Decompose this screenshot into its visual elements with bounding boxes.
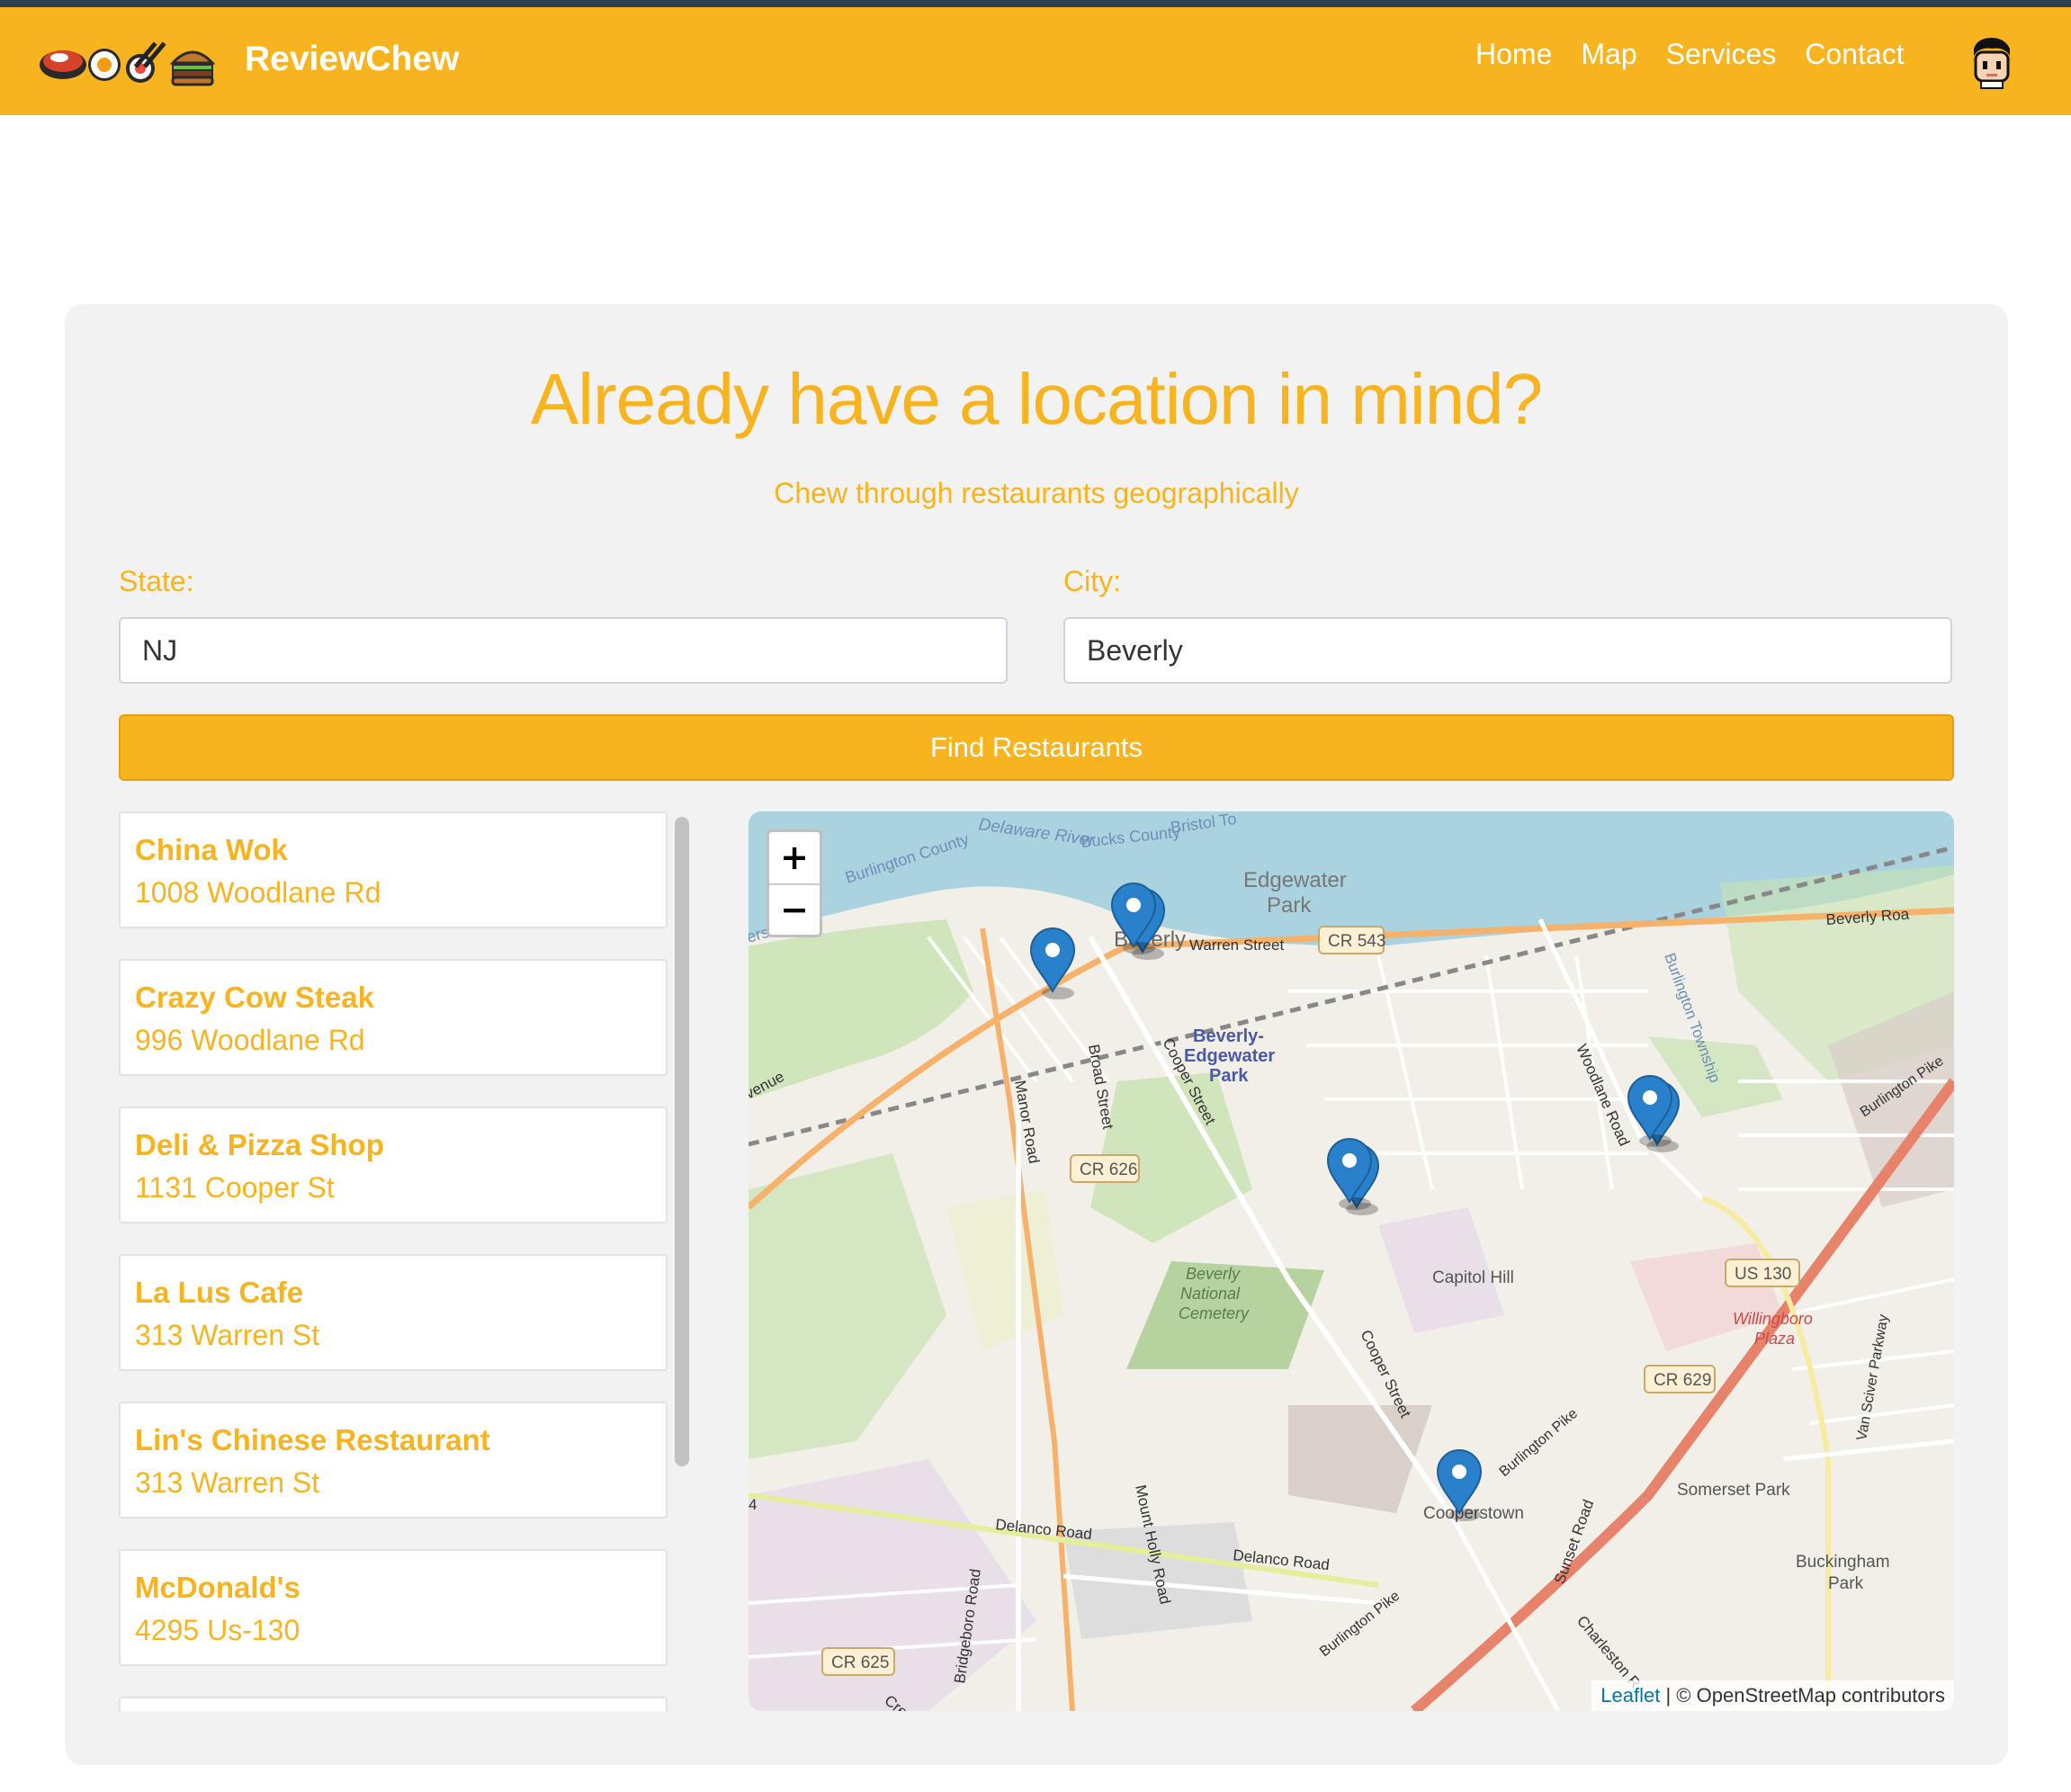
map-label: Edgewater	[1184, 1046, 1275, 1066]
nav-home[interactable]: Home	[1475, 38, 1552, 71]
city-input[interactable]	[1063, 617, 1952, 684]
restaurant-name[interactable]: Crazy Cow Steak	[135, 981, 374, 1015]
map-label: Park	[1828, 1574, 1864, 1593]
restaurant-name[interactable]: Deli & Pizza Shop	[135, 1128, 384, 1162]
map-label: CR 629	[1654, 1371, 1711, 1390]
map-label: Beverly-	[1193, 1026, 1264, 1046]
nav-links: Home Map Services Contact	[1475, 38, 1933, 71]
restaurant-card-partial[interactable]	[119, 1697, 668, 1711]
map-label: Willingboro	[1733, 1310, 1813, 1328]
restaurant-address: 313 Warren St	[135, 1319, 320, 1351]
restaurant-card[interactable]: Crazy Cow Steak 996 Woodlane Rd	[119, 959, 668, 1076]
location-search-panel: Already have a location in mind? Chew th…	[65, 304, 2008, 1765]
restaurant-address: 313 Warren St	[135, 1466, 320, 1499]
map-label: Buckingham	[1796, 1553, 1890, 1572]
map-label: Capitol Hill	[1432, 1268, 1514, 1287]
restaurant-address: 1008 Woodlane Rd	[135, 876, 381, 909]
map-label: Plaza	[1754, 1330, 1795, 1348]
restaurant-name[interactable]: McDonald's	[135, 1571, 300, 1605]
restaurant-name[interactable]: Lin's Chinese Restaurant	[135, 1423, 490, 1457]
brand-name[interactable]: ReviewChew	[245, 40, 459, 79]
map-label: Park	[1209, 1066, 1249, 1086]
restaurant-name[interactable]: La Lus Cafe	[135, 1276, 303, 1310]
map-label: US 130	[1735, 1265, 1791, 1284]
leaflet-link[interactable]: Leaflet	[1600, 1684, 1660, 1707]
map-label: Beverly	[1186, 1265, 1241, 1283]
map-attribution: Leaflet | © OpenStreetMap contributors	[1591, 1680, 1954, 1711]
restaurant-map[interactable]: Delaware River Bucks County Bristol To B…	[749, 811, 1954, 1711]
food-logo-icon[interactable]	[38, 36, 218, 90]
egg-icon	[88, 49, 121, 81]
top-strip	[0, 0, 2071, 7]
sushi-icon	[40, 50, 86, 79]
list-scrollbar-thumb[interactable]	[675, 817, 689, 1466]
hero-subtitle: Chew through restaurants geographically	[774, 477, 1299, 509]
hero-title: Already have a location in mind?	[530, 359, 1543, 439]
map-label: Cemetery	[1179, 1304, 1250, 1322]
restaurant-card[interactable]: Deli & Pizza Shop 1131 Cooper St	[119, 1107, 668, 1223]
zoom-control: + −	[767, 829, 822, 937]
maki-chopsticks-icon	[126, 41, 166, 83]
map-label: Warren Street	[1189, 936, 1284, 954]
map-label: 4	[749, 1496, 757, 1513]
restaurant-card[interactable]: McDonald's 4295 Us-130	[119, 1549, 668, 1666]
restaurant-address: 4295 Us-130	[135, 1614, 300, 1646]
restaurant-card[interactable]: La Lus Cafe 313 Warren St	[119, 1254, 668, 1371]
find-restaurants-button[interactable]: Find Restaurants	[119, 714, 1954, 781]
restaurant-name[interactable]: China Wok	[135, 833, 288, 867]
restaurant-address: 996 Woodlane Rd	[135, 1024, 365, 1056]
zoom-in-button[interactable]: +	[769, 832, 820, 883]
avatar[interactable]	[1968, 36, 2015, 90]
restaurant-card[interactable]: Lin's Chinese Restaurant 313 Warren St	[119, 1402, 668, 1519]
state-label: State:	[119, 565, 194, 597]
attribution-text: | © OpenStreetMap contributors	[1660, 1684, 1945, 1707]
map-label: National	[1180, 1285, 1241, 1303]
nav-map[interactable]: Map	[1581, 38, 1636, 71]
state-input[interactable]	[119, 617, 1008, 684]
burger-icon	[169, 50, 216, 86]
nav-services[interactable]: Services	[1666, 38, 1777, 71]
nav-contact[interactable]: Contact	[1805, 38, 1904, 71]
zoom-out-button[interactable]: −	[769, 884, 820, 936]
map-label: Edgewater	[1243, 868, 1347, 892]
map-tiles[interactable]: Delaware River Bucks County Bristol To B…	[749, 811, 1954, 1711]
map-label: CR 543	[1328, 932, 1385, 951]
restaurant-list[interactable]: China Wok 1008 Woodlane Rd Crazy Cow Ste…	[119, 811, 704, 1711]
restaurant-address: 1131 Cooper St	[135, 1171, 335, 1204]
map-label: Somerset Park	[1677, 1481, 1790, 1500]
restaurant-card[interactable]: China Wok 1008 Woodlane Rd	[119, 811, 668, 928]
navbar: ReviewChew Home Map Services Contact	[0, 7, 2071, 115]
map-label: Park	[1267, 893, 1312, 918]
map-label: CR 626	[1080, 1160, 1137, 1179]
city-label: City:	[1063, 565, 1121, 597]
map-label: CR 625	[831, 1653, 889, 1672]
